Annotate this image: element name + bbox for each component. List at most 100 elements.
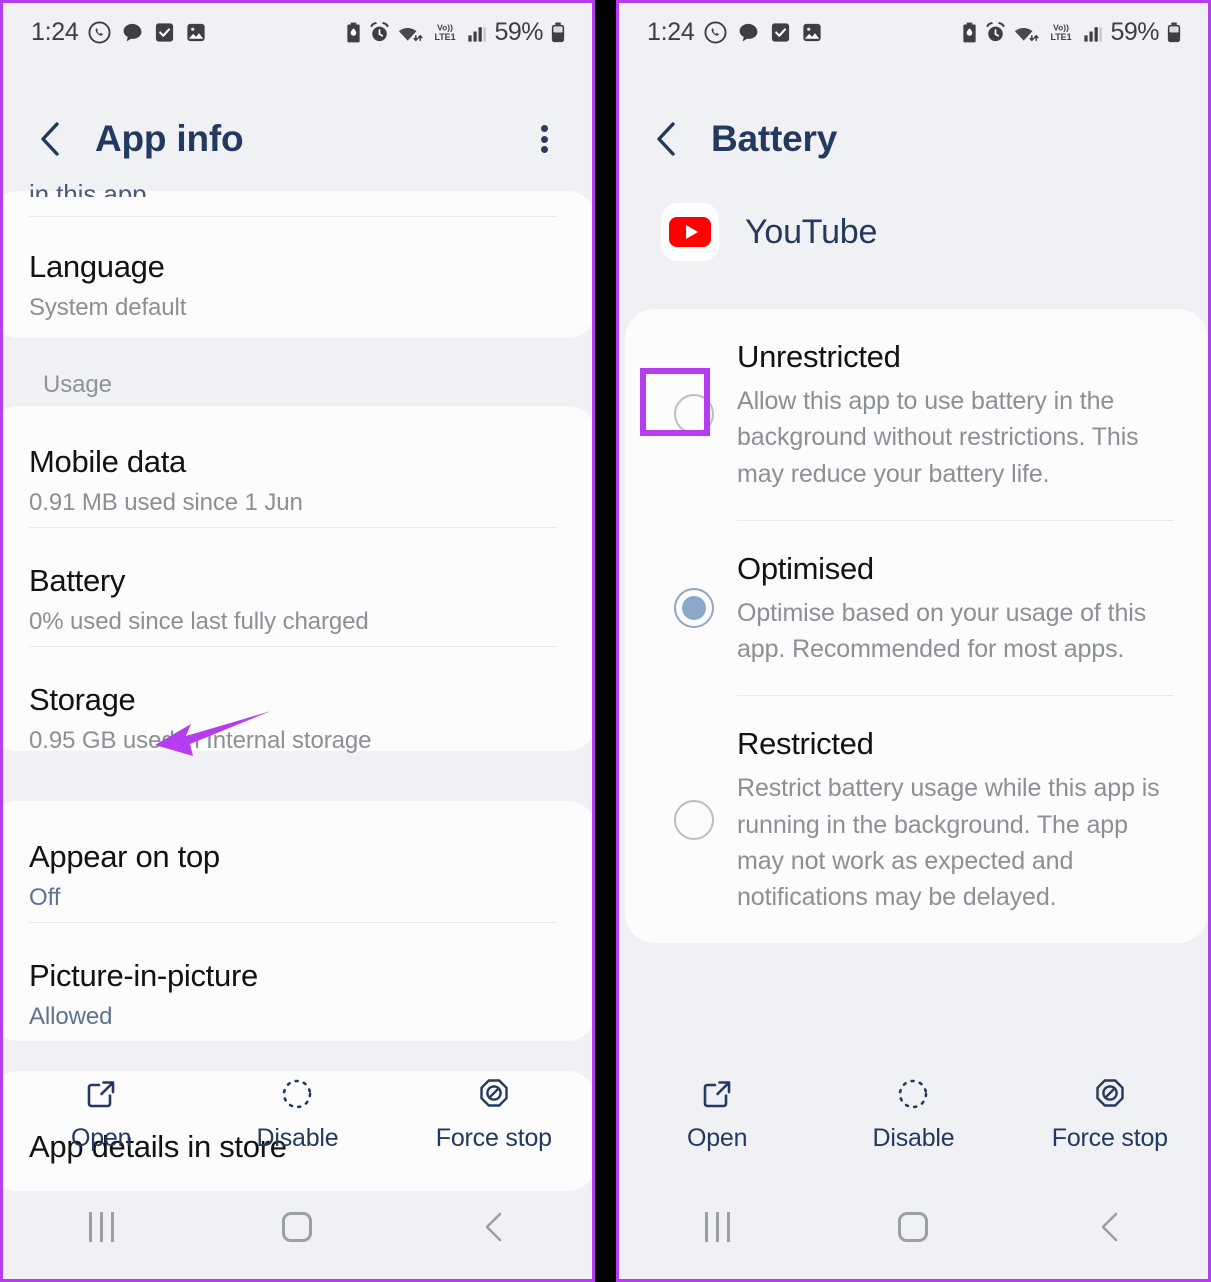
radio-restricted[interactable]: [674, 799, 714, 840]
menu-dot: [540, 135, 548, 143]
option-optimised-title: Optimised: [737, 550, 874, 586]
card-battery-usage-options: Unrestricted Allow this app to use batte…: [625, 309, 1208, 944]
radio-unrestricted[interactable]: [674, 394, 714, 435]
option-restricted-title: Restricted: [737, 726, 874, 762]
option-restricted-description: Restrict battery usage while this app is…: [737, 774, 1160, 911]
action-bar-left: Open Disable Force stop: [3, 1059, 592, 1169]
back-button-left[interactable]: [37, 117, 77, 161]
menu-dot: [540, 146, 548, 153]
status-time: 1:24: [647, 17, 695, 46]
row-language[interactable]: Language System default: [3, 249, 592, 322]
card-usage: Mobile data 0.91 MB used since 1 Jun Bat…: [3, 406, 592, 754]
back-icon: [485, 1212, 502, 1241]
app-info-header: App info: [3, 98, 592, 180]
gallery-image-icon: [185, 21, 207, 44]
home-button[interactable]: [199, 1211, 395, 1242]
signal-bars-icon: [1083, 21, 1103, 44]
force-stop-button-label: Force stop: [1051, 1123, 1168, 1152]
recents-button[interactable]: [3, 1211, 199, 1242]
row-mobile-data[interactable]: Mobile data 0.91 MB used since 1 Jun: [3, 444, 592, 517]
battery-saver-icon: [961, 21, 978, 44]
row-battery-title: Battery: [29, 563, 126, 598]
option-optimised-text: Optimised Optimise based on your usage o…: [737, 549, 1178, 668]
force-stop-icon: [480, 1078, 508, 1107]
signal-bars-icon: [467, 21, 487, 44]
open-external-icon: [87, 1080, 115, 1107]
option-restricted[interactable]: Restricted Restrict battery usage while …: [625, 696, 1208, 943]
status-bar-right-cluster: Vo)) LTE1 59%: [961, 18, 1182, 47]
status-bar-left: 1:24 Vo)) LTE1 59%: [3, 3, 592, 61]
home-icon: [898, 1211, 929, 1242]
action-bar-right: Open Disable Force stop: [619, 1059, 1208, 1169]
radio-wrap-restricted: [651, 799, 737, 840]
wifi-data-icon: [397, 21, 424, 44]
divider: [29, 646, 557, 647]
home-icon: [282, 1211, 313, 1242]
disable-button-label: Disable: [256, 1123, 339, 1152]
clipped-previous-row-label: in this app: [29, 181, 147, 197]
wifi-data-icon: [1013, 21, 1040, 44]
status-bar-left-cluster: 1:24: [647, 18, 823, 47]
option-unrestricted[interactable]: Unrestricted Allow this app to use batte…: [625, 309, 1208, 520]
disable-button-label: Disable: [872, 1123, 955, 1152]
force-stop-icon: [1096, 1078, 1124, 1107]
open-button-label: Open: [70, 1123, 132, 1152]
svg-text:LTE1: LTE1: [1051, 32, 1072, 42]
row-language-title: Language: [29, 249, 165, 284]
row-appear-on-top-title: Appear on top: [29, 839, 220, 874]
back-button-right[interactable]: [653, 117, 693, 161]
option-restricted-text: Restricted Restrict battery usage while …: [737, 724, 1178, 915]
gallery-image-icon: [801, 21, 823, 44]
open-button[interactable]: Open: [619, 1076, 815, 1153]
option-optimised[interactable]: Optimised Optimise based on your usage o…: [625, 521, 1208, 696]
battery-saver-icon: [345, 21, 362, 44]
option-optimised-description: Optimise based on your usage of this app…: [737, 598, 1147, 663]
status-bar-left-cluster: 1:24: [31, 18, 207, 47]
disable-dashed-circle-icon: [899, 1079, 928, 1108]
menu-dot: [540, 125, 548, 132]
alarm-icon: [985, 21, 1006, 44]
row-appear-on-top[interactable]: Appear on top Off: [3, 839, 592, 912]
row-battery[interactable]: Battery 0% used since last fully charged: [3, 563, 592, 636]
force-stop-button[interactable]: Force stop: [396, 1076, 592, 1153]
open-button-label: Open: [686, 1123, 748, 1152]
system-nav-bar-right: [619, 1174, 1208, 1279]
system-nav-bar-left: [3, 1174, 592, 1279]
back-button-nav[interactable]: [396, 1210, 592, 1244]
row-appear-on-top-subtitle: Off: [29, 884, 61, 911]
recents-button[interactable]: [619, 1211, 815, 1242]
radio-wrap-optimised: [651, 588, 737, 628]
row-storage-subtitle: 0.95 GB used in Internal storage: [29, 727, 372, 754]
radio-wrap-unrestricted: [651, 394, 737, 435]
row-storage[interactable]: Storage 0.95 GB used in Internal storage: [3, 682, 592, 755]
chat-bubble-icon: [737, 21, 760, 44]
page-title-right: Battery: [711, 118, 838, 159]
open-button[interactable]: Open: [3, 1076, 199, 1153]
card-language: in this app Language System default: [3, 181, 592, 338]
row-language-subtitle: System default: [29, 294, 187, 321]
checkbox-icon: [154, 21, 175, 44]
row-storage-title: Storage: [29, 682, 136, 717]
home-button[interactable]: [815, 1211, 1011, 1242]
force-stop-button[interactable]: Force stop: [1012, 1076, 1208, 1153]
force-stop-button-label: Force stop: [435, 1123, 552, 1152]
section-label-usage: Usage: [43, 371, 112, 398]
open-external-icon: [703, 1080, 731, 1107]
recents-icon: [88, 1211, 114, 1242]
app-header-row: YouTube: [661, 203, 877, 261]
divider: [29, 527, 557, 528]
battery-icon: [1166, 21, 1182, 44]
screenshot-stage: 1:24 Vo)) LTE1 59% App info in this app …: [0, 0, 1211, 1282]
alarm-icon: [369, 21, 390, 44]
row-mobile-data-subtitle: 0.91 MB used since 1 Jun: [29, 489, 303, 516]
more-vertical-icon[interactable]: [524, 117, 564, 161]
disable-button[interactable]: Disable: [815, 1076, 1011, 1153]
back-button-nav[interactable]: [1012, 1210, 1208, 1244]
volte-lte1-icon: Vo)) LTE1: [1046, 21, 1076, 44]
chevron-left-icon: [657, 122, 675, 156]
volte-lte1-icon: Vo)) LTE1: [430, 21, 460, 44]
radio-optimised[interactable]: [674, 588, 714, 628]
row-picture-in-picture[interactable]: Picture-in-picture Allowed: [3, 958, 592, 1031]
whatsapp-icon: [704, 20, 727, 44]
disable-button[interactable]: Disable: [199, 1076, 395, 1153]
